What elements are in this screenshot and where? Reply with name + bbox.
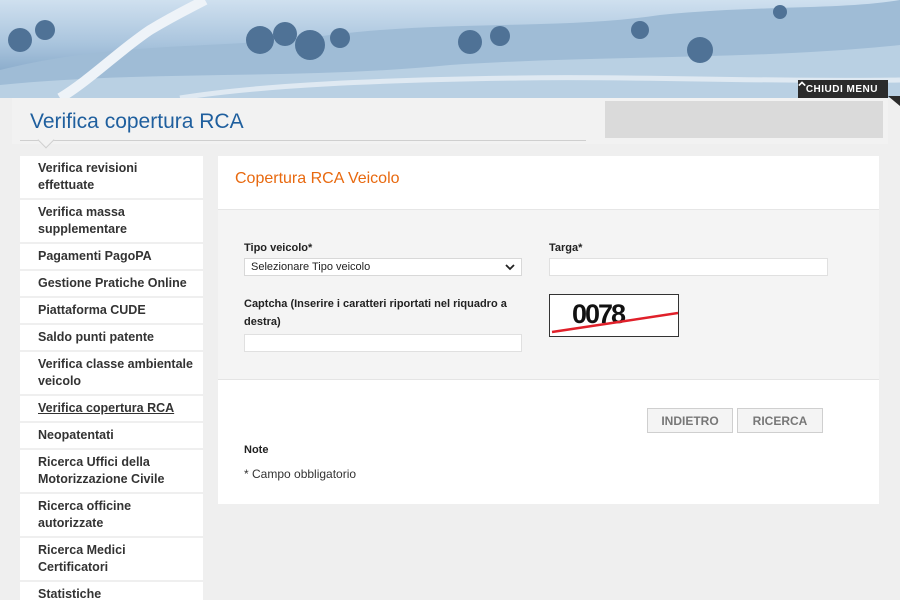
title-divider [20,140,586,141]
chevron-down-icon [505,264,515,271]
sidebar-item-uffici-motorizzazione[interactable]: Ricerca Uffici della Motorizzazione Civi… [20,450,203,494]
sidebar-item-gestione-pratiche[interactable]: Gestione Pratiche Online [20,271,203,298]
captcha-strike-line [551,311,678,334]
header-side-box [605,101,883,138]
landscape-image [0,0,900,98]
sidebar-item-medici[interactable]: Ricerca Medici Certificatori [20,538,203,582]
sidebar-item-pagamenti-pagopa[interactable]: Pagamenti PagoPA [20,244,203,271]
tipo-veicolo-label: Tipo veicolo* [244,242,313,254]
sidebar-item-piattaforma-cude[interactable]: Piattaforma CUDE [20,298,203,325]
note-title: Note [244,444,269,456]
sidebar-item-classe-ambientale[interactable]: Verifica classe ambientale veicolo [20,352,203,396]
banner-corner [888,96,900,106]
captcha-image: 0078 [549,294,679,337]
targa-input[interactable] [549,258,828,276]
close-menu-button[interactable]: CHIUDI MENU [797,80,888,98]
form-panel: Copertura RCA Veicolo Tipo veicolo* Sele… [218,156,879,504]
tipo-veicolo-selected: Selezionare Tipo veicolo [251,261,371,273]
sidebar-item-verifica-massa[interactable]: Verifica massa supplementare [20,200,203,244]
sidebar-item-neopatentati[interactable]: Neopatentati [20,423,203,450]
sidebar-item-saldo-punti[interactable]: Saldo punti patente [20,325,203,352]
sidebar-item-officine[interactable]: Ricerca officine autorizzate [20,494,203,538]
sidebar-item-statistiche[interactable]: Statistiche immatricolazioni [20,582,203,600]
header-banner: CHIUDI MENU [0,0,900,98]
sidebar-item-copertura-rca[interactable]: Verifica copertura RCA [20,396,203,423]
back-button[interactable]: INDIETRO [647,408,733,433]
targa-label: Targa* [549,242,583,254]
search-button[interactable]: RICERCA [737,408,823,433]
sidebar-item-verifica-revisioni[interactable]: Verifica revisioni effettuate [20,156,203,200]
captcha-label: Captcha (Inserire i caratteri riportati … [244,298,507,328]
close-menu-label: CHIUDI MENU [805,83,878,95]
page-title: Verifica copertura RCA [30,110,244,133]
form-title: Copertura RCA Veicolo [235,170,400,187]
sidebar-menu: Verifica revisioni effettuate Verifica m… [20,156,203,600]
tipo-veicolo-select[interactable]: Selezionare Tipo veicolo [244,258,522,276]
note-text: * Campo obbligatorio [244,467,357,481]
form-header: Copertura RCA Veicolo [218,156,879,210]
chevron-up-icon [798,81,806,87]
captcha-input[interactable] [244,334,522,352]
